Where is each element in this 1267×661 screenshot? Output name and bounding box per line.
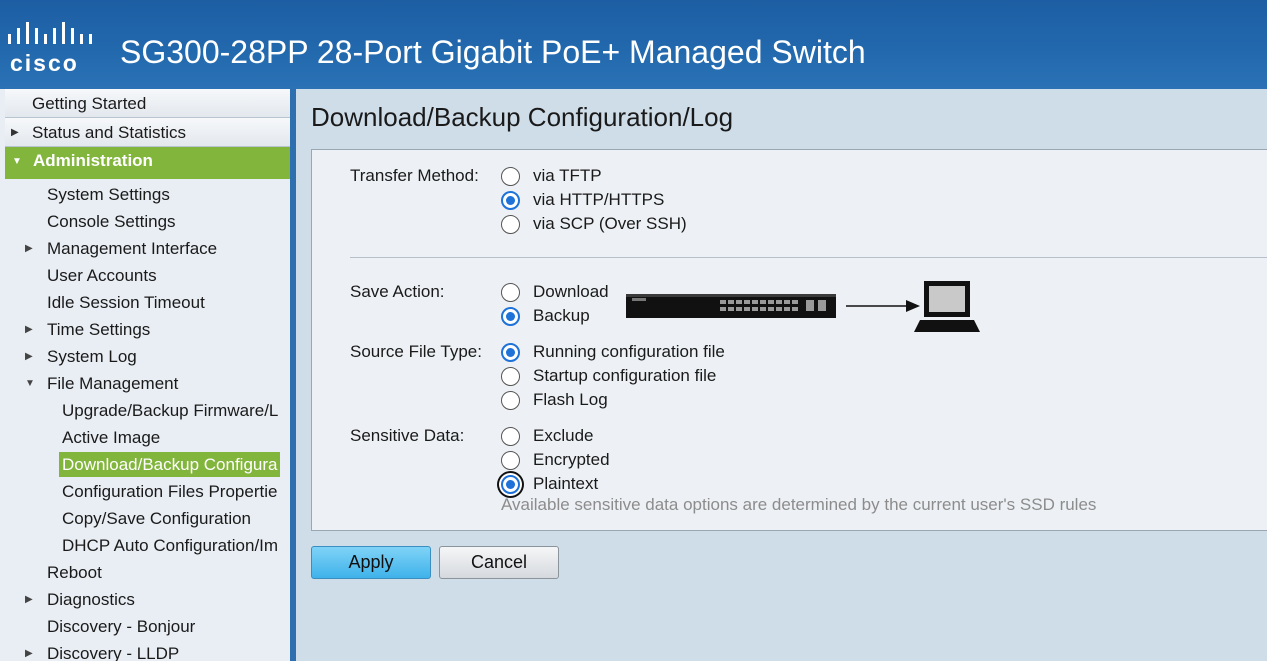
cancel-button[interactable]: Cancel xyxy=(439,546,559,579)
sidebar-subitem-label: Time Settings xyxy=(47,320,151,339)
expand-arrow-icon: ▶ xyxy=(25,594,33,605)
expand-arrow-icon: ▶ xyxy=(11,127,19,138)
cisco-logo-text: cisco xyxy=(10,50,79,76)
sidebar-subitem[interactable]: DHCP Auto Configuration/Im xyxy=(5,532,290,559)
radio-download-label: Download xyxy=(533,282,609,301)
sidebar-subitem[interactable]: Reboot xyxy=(5,559,290,586)
sidebar: Getting Started ▶ Status and Statistics … xyxy=(0,89,296,661)
radio-encrypted-label: Encrypted xyxy=(533,450,610,469)
sidebar-subitem[interactable]: ▶ Diagnostics xyxy=(5,586,290,613)
sidebar-subitem-label: System Settings xyxy=(47,185,170,204)
sidebar-item-administration[interactable]: ▼ Administration xyxy=(5,147,290,179)
radio-running-config[interactable] xyxy=(501,343,520,362)
sidebar-subitem[interactable]: ▶ Management Interface xyxy=(5,235,290,262)
sidebar-subitem-label: Management Interface xyxy=(47,239,218,258)
radio-exclude[interactable] xyxy=(501,427,520,446)
sidebar-item-label: Status and Statistics xyxy=(32,123,187,142)
radio-download[interactable] xyxy=(501,283,520,302)
radio-backup[interactable] xyxy=(501,307,520,326)
radio-via-http-https-label: via HTTP/HTTPS xyxy=(533,190,665,209)
sidebar-subitem[interactable]: ▶ Discovery - LLDP xyxy=(5,640,290,661)
radio-startup-config[interactable] xyxy=(501,367,520,386)
sidebar-subitem[interactable]: Upgrade/Backup Firmware/L xyxy=(5,397,290,424)
radio-running-config-label: Running configuration file xyxy=(533,342,725,361)
sidebar-item-label: Administration xyxy=(33,151,153,170)
radio-backup-label: Backup xyxy=(533,306,590,325)
sidebar-subitem[interactable]: ▶ Time Settings xyxy=(5,316,290,343)
sidebar-subitem-label: Download/Backup Configura xyxy=(59,452,281,477)
sidebar-item-label: Getting Started xyxy=(32,94,147,113)
transfer-method-label: Transfer Method: xyxy=(350,166,479,185)
arrow-right-icon xyxy=(846,300,920,312)
radio-startup-config-label: Startup configuration file xyxy=(533,366,717,385)
radio-plaintext-label: Plaintext xyxy=(533,474,599,493)
expand-arrow-icon: ▼ xyxy=(25,378,35,389)
sidebar-item-status-statistics[interactable]: ▶ Status and Statistics xyxy=(5,118,290,147)
radio-encrypted[interactable] xyxy=(501,451,520,470)
sidebar-subitem[interactable]: ▶ System Log xyxy=(5,343,290,370)
sidebar-subitem-label: Upgrade/Backup Firmware/L xyxy=(62,401,279,420)
sidebar-item-getting-started[interactable]: Getting Started xyxy=(5,89,290,118)
radio-flash-log-label: Flash Log xyxy=(533,390,608,409)
ssd-rules-hint: Available sensitive data options are det… xyxy=(501,495,1097,514)
sidebar-subitem[interactable]: ▼ File Management xyxy=(5,370,290,397)
radio-plaintext[interactable] xyxy=(501,475,520,494)
page-title: Download/Backup Configuration/Log xyxy=(311,102,734,132)
sidebar-subitem-label: Console Settings xyxy=(47,212,176,231)
sidebar-subitem-label: DHCP Auto Configuration/Im xyxy=(62,536,279,555)
expand-arrow-icon: ▶ xyxy=(25,243,33,254)
computer-icon xyxy=(914,281,980,332)
expand-arrow-icon: ▶ xyxy=(25,648,33,659)
header-bar: cisco SG300-28PP 28-Port Gigabit PoE+ Ma… xyxy=(0,0,1267,89)
sidebar-nav: Getting Started ▶ Status and Statistics … xyxy=(5,89,290,661)
section-divider xyxy=(350,257,1267,258)
sidebar-subitem-label: Discovery - LLDP xyxy=(47,644,180,661)
expand-arrow-icon: ▶ xyxy=(25,351,33,362)
radio-via-tftp[interactable] xyxy=(501,167,520,186)
expand-arrow-icon: ▶ xyxy=(25,324,33,335)
radio-flash-log[interactable] xyxy=(501,391,520,410)
app-title: SG300-28PP 28-Port Gigabit PoE+ Managed … xyxy=(120,34,866,70)
radio-via-scp[interactable] xyxy=(501,215,520,234)
sidebar-subitem-label: System Log xyxy=(47,347,137,366)
sidebar-subitem-label: Reboot xyxy=(47,563,102,582)
config-form-panel: Transfer Method: via TFTP via HTTP/HTTPS… xyxy=(311,149,1267,531)
sidebar-subitem[interactable]: Console Settings xyxy=(5,208,290,235)
sidebar-subitem-label: User Accounts xyxy=(47,266,157,285)
sidebar-subitem[interactable]: System Settings xyxy=(5,181,290,208)
sidebar-subitem[interactable]: Download/Backup Configura xyxy=(5,451,290,478)
apply-button[interactable]: Apply xyxy=(311,546,431,579)
sidebar-subitem-label: Copy/Save Configuration xyxy=(62,509,252,528)
sidebar-subitem-label: File Management xyxy=(47,374,179,393)
radio-via-scp-label: via SCP (Over SSH) xyxy=(533,214,687,233)
sidebar-subitem-label: Discovery - Bonjour xyxy=(47,617,196,636)
sidebar-subitem[interactable]: Configuration Files Propertie xyxy=(5,478,290,505)
save-action-label: Save Action: xyxy=(350,282,445,301)
radio-exclude-label: Exclude xyxy=(533,426,594,445)
switch-to-pc-backup-illustration xyxy=(626,281,980,332)
radio-via-http-https[interactable] xyxy=(501,191,520,210)
sidebar-subitem-label: Active Image xyxy=(62,428,161,447)
sensitive-data-label: Sensitive Data: xyxy=(350,426,465,445)
sidebar-subitem[interactable]: Active Image xyxy=(5,424,290,451)
collapse-arrow-icon: ▼ xyxy=(12,156,22,167)
radio-via-tftp-label: via TFTP xyxy=(533,166,602,185)
sidebar-subitem[interactable]: Discovery - Bonjour xyxy=(5,613,290,640)
sidebar-subitem[interactable]: Copy/Save Configuration xyxy=(5,505,290,532)
sidebar-subitem[interactable]: Idle Session Timeout xyxy=(5,289,290,316)
switch-icon xyxy=(626,294,836,318)
sidebar-subitem-label: Configuration Files Propertie xyxy=(62,482,278,501)
sidebar-subitem-label: Idle Session Timeout xyxy=(47,293,205,312)
sidebar-subitem[interactable]: User Accounts xyxy=(5,262,290,289)
source-file-type-label: Source File Type: xyxy=(350,342,482,361)
sidebar-subitem-label: Diagnostics xyxy=(47,590,135,609)
